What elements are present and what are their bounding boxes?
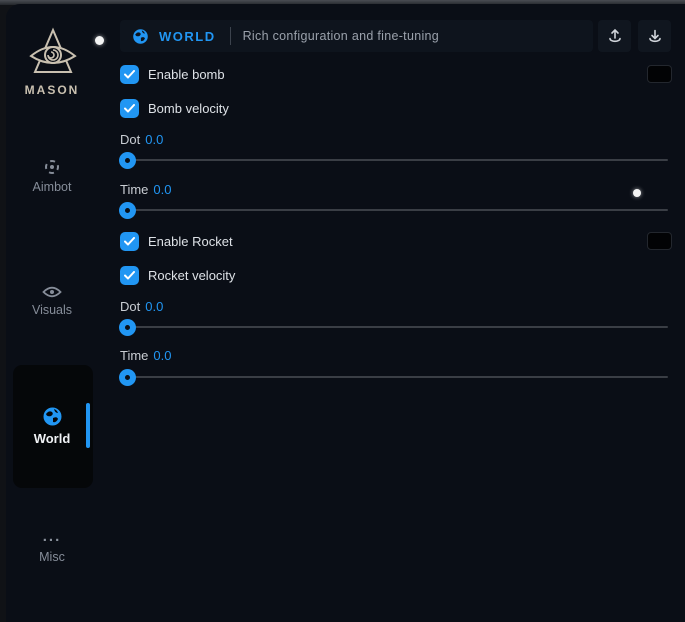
sidebar-item-label: Misc: [17, 550, 87, 564]
bomb-dot-slider-handle[interactable]: [119, 152, 136, 169]
ellipsis-icon: ...: [17, 533, 87, 541]
rocket-dot-slider-label: Dot 0.0: [120, 299, 163, 314]
checkbox-label: Enable bomb: [148, 67, 225, 82]
check-icon: [124, 70, 135, 79]
bomb-dot-slider-label: Dot 0.0: [120, 132, 163, 147]
globe-icon: [132, 28, 149, 45]
bomb-velocity-row: Bomb velocity: [120, 99, 229, 118]
cursor-dot: [95, 36, 104, 45]
sidebar-item-label: World: [17, 431, 87, 446]
slider-value: 0.0: [153, 182, 171, 197]
enable-bomb-checkbox[interactable]: [120, 65, 139, 84]
upload-icon: [607, 28, 623, 44]
crosshair-icon: [43, 158, 61, 176]
header-divider: [230, 27, 231, 45]
slider-value: 0.0: [145, 132, 163, 147]
bomb-time-slider-label: Time 0.0: [120, 182, 171, 197]
mason-eye-triangle-logo: [27, 26, 79, 82]
checkbox-label: Bomb velocity: [148, 101, 229, 116]
rocket-velocity-row: Rocket velocity: [120, 266, 235, 285]
rocket-time-slider-handle[interactable]: [119, 369, 136, 386]
sidebar-item-label: Visuals: [17, 303, 87, 317]
slider-name: Time: [120, 182, 148, 197]
bomb-time-slider-track[interactable]: [120, 209, 668, 211]
rocket-dot-slider-handle[interactable]: [119, 319, 136, 336]
slider-name: Dot: [120, 299, 140, 314]
slider-value: 0.0: [145, 299, 163, 314]
bomb-dot-slider-track[interactable]: [120, 159, 668, 161]
enable-rocket-checkbox[interactable]: [120, 232, 139, 251]
brand-name: MASON: [17, 83, 87, 97]
slider-name: Dot: [120, 132, 140, 147]
sidebar-item-visuals[interactable]: Visuals: [17, 285, 87, 317]
cursor-dot: [633, 189, 641, 197]
check-icon: [124, 237, 135, 246]
mason-menu-window: MASON Aimbot Visuals World ... Misc: [0, 0, 685, 622]
slider-name: Time: [120, 348, 148, 363]
bomb-color-swatch[interactable]: [647, 65, 672, 83]
menu-panel: [6, 4, 685, 622]
page-title: WORLD: [159, 29, 216, 44]
download-config-button[interactable]: [638, 20, 671, 52]
sidebar-item-world[interactable]: World: [17, 406, 87, 446]
enable-rocket-row: Enable Rocket: [120, 232, 233, 251]
rocket-time-slider-track[interactable]: [120, 376, 668, 378]
upload-config-button[interactable]: [598, 20, 631, 52]
enable-bomb-row: Enable bomb: [120, 65, 225, 84]
sidebar-item-label: Aimbot: [17, 180, 87, 194]
sidebar-item-misc[interactable]: ... Misc: [17, 533, 87, 564]
download-icon: [647, 28, 663, 44]
rocket-velocity-checkbox[interactable]: [120, 266, 139, 285]
rocket-dot-slider-track[interactable]: [120, 326, 668, 328]
eye-icon: [42, 285, 62, 299]
bomb-time-slider-handle[interactable]: [119, 202, 136, 219]
check-icon: [124, 271, 135, 280]
checkbox-label: Rocket velocity: [148, 268, 235, 283]
page-subtitle: Rich configuration and fine-tuning: [243, 29, 439, 43]
bomb-velocity-checkbox[interactable]: [120, 99, 139, 118]
page-header: WORLD Rich configuration and fine-tuning: [120, 20, 593, 52]
checkbox-label: Enable Rocket: [148, 234, 233, 249]
sidebar-item-aimbot[interactable]: Aimbot: [17, 158, 87, 194]
globe-icon: [42, 406, 63, 427]
slider-value: 0.0: [153, 348, 171, 363]
rocket-color-swatch[interactable]: [647, 232, 672, 250]
check-icon: [124, 104, 135, 113]
rocket-time-slider-label: Time 0.0: [120, 348, 171, 363]
